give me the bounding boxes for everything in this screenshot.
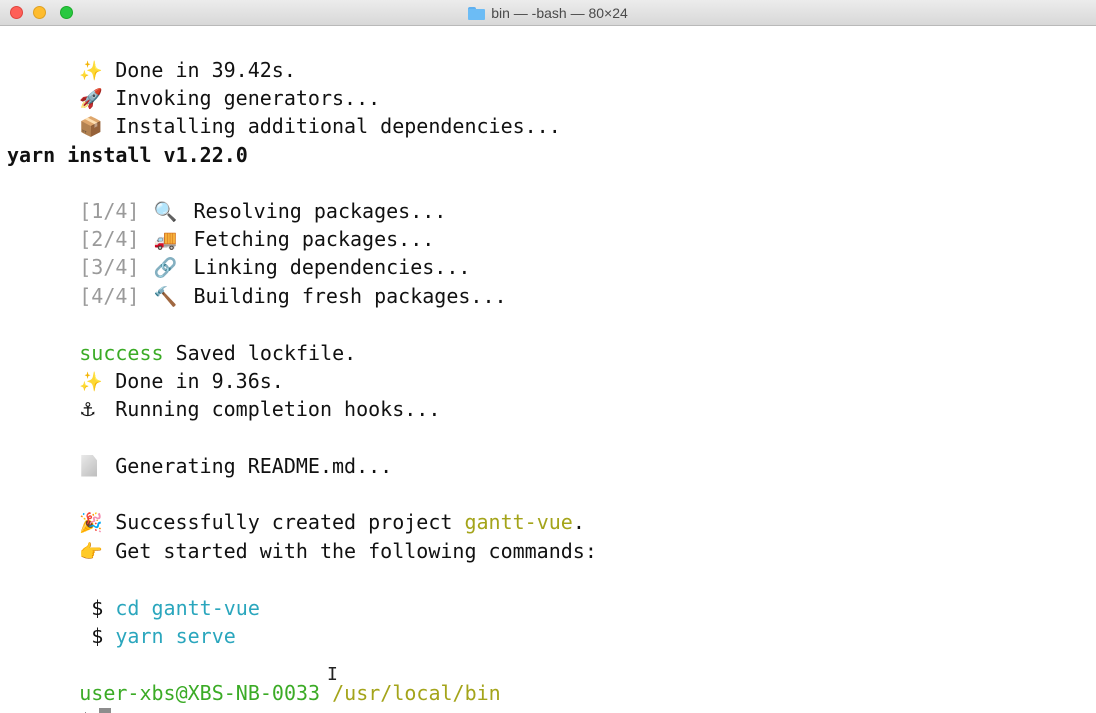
anchor-icon: ⚓ (79, 399, 97, 421)
yarn-step-line: [4/4] 🔨 Building fresh packages... (7, 254, 506, 308)
output-line: ✨ Done in 39.42s. (7, 28, 296, 82)
output-line: 📦 Installing additional dependencies... (7, 84, 561, 138)
yarn-install-header: yarn install v1.22.0 (7, 143, 248, 167)
output-line: ✨ Done in 9.36s. (7, 339, 284, 393)
output-line: ⚓ Running completion hooks... (7, 367, 440, 421)
prompt-path: /usr/local/bin (320, 681, 501, 705)
terminal-window[interactable]: bin — -bash — 80×24 ✨ Done in 39.42s. 🚀 In… (0, 0, 1096, 713)
window-title-text: bin — -bash — 80×24 (491, 5, 628, 21)
command-hint: $ yarn serve (79, 624, 236, 648)
prompt-header: user-xbs@XBS-NB-0033 /usr/local/bin (7, 651, 500, 705)
success-line: success Saved lockfile. (79, 341, 357, 365)
terminal-output[interactable]: ✨ Done in 39.42s. 🚀 Invoking generators...… (0, 28, 1096, 713)
yarn-step-line: [1/4] 🔍 Resolving packages... (7, 169, 446, 223)
folder-icon (468, 6, 486, 20)
title-bar[interactable]: bin — -bash — 80×24 (0, 0, 1096, 26)
document-icon (79, 455, 97, 477)
output-line: 🚀 Invoking generators... (7, 56, 380, 110)
output-line: 🎉 Successfully created project gantt-vue. (7, 480, 585, 534)
output-line: Generating README.md... (7, 424, 392, 478)
ibeam-cursor-icon: I (327, 664, 338, 685)
command-hint: $ cd gantt-vue (79, 596, 260, 620)
prompt-user-host: user-xbs@XBS-NB-0033 (79, 681, 321, 705)
text-cursor[interactable] (99, 708, 112, 713)
yarn-step-line: [2/4] 🚚 Fetching packages... (7, 197, 434, 251)
yarn-step-line: [3/4] 🔗 Linking dependencies... (7, 225, 470, 279)
window-title: bin — -bash — 80×24 (0, 0, 1096, 26)
package-icon: 📦 (79, 116, 103, 138)
hammer-icon: 🔨 (153, 286, 178, 308)
pointing-hand-icon: 👉 (79, 541, 103, 563)
prompt-line[interactable]: $ (7, 679, 112, 713)
output-line: 👉 Get started with the following commands… (7, 509, 597, 563)
prompt-dollar: $ (79, 709, 91, 713)
